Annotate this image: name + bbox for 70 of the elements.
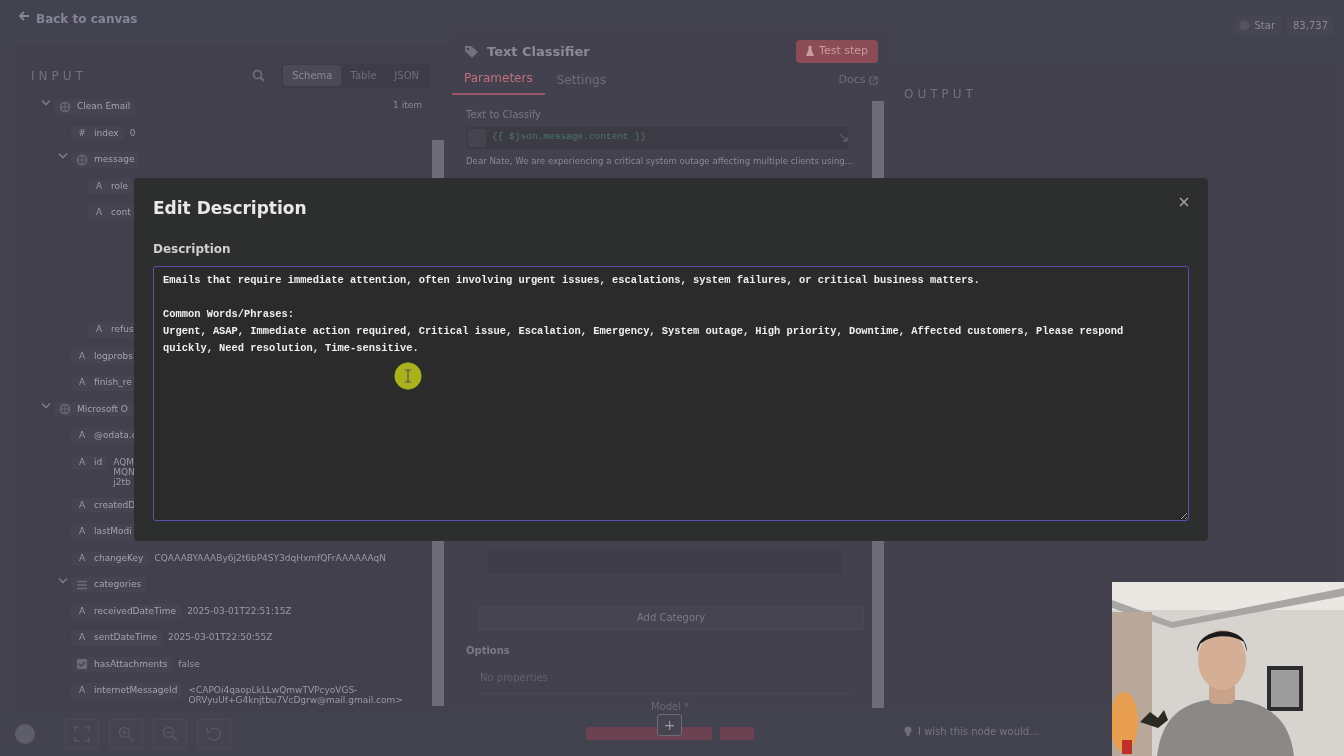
type-mark: A xyxy=(77,631,87,644)
key-text: role xyxy=(111,179,129,193)
key-text: finish_re xyxy=(94,376,132,389)
type-mark: A xyxy=(77,604,87,618)
field-value: 2025-03-01T22:51:15Z xyxy=(187,604,292,616)
field-label: Description xyxy=(153,241,232,259)
key-text: changeKey xyxy=(94,551,144,565)
type-mark: A xyxy=(94,206,104,219)
view-tab[interactable]: Schema xyxy=(283,65,342,86)
key-text: index xyxy=(94,126,119,140)
description-field[interactable]: Emails that require immediate attention, often involving urgent issues, escalations, system failures, or critical business matters. Common Words/Phrases: Urgent, ASAP, Immediate action required, Critical issue, Escalation, Emergency, System outage, High priority, Downtime, Affected customers, Please respond quickly, Need resolution, Time-sensitive. xyxy=(153,266,1189,521)
object-type-icon xyxy=(59,100,71,113)
key-text: receivedDateTime xyxy=(94,604,177,618)
action-bar xyxy=(720,726,754,740)
key-text: logprobs xyxy=(94,349,133,363)
type-mark: A xyxy=(77,498,87,512)
expression-preview: Dear Nate, We are experiencing a critical system outage affecting multiple clients using... xyxy=(466,154,854,168)
arrow-left-icon xyxy=(18,10,30,22)
type-mark: A xyxy=(77,376,87,389)
cursor-highlight-icon xyxy=(394,362,422,390)
test-step-button[interactable]: Test step xyxy=(796,40,878,63)
key-text: Microsoft O xyxy=(77,402,128,416)
list-type-icon xyxy=(76,578,88,591)
key-text: internetMessageId xyxy=(94,684,178,697)
section-label: Options xyxy=(466,643,511,658)
field-value: false xyxy=(178,657,200,669)
lightbulb-icon xyxy=(904,725,912,737)
chevron-icon[interactable] xyxy=(40,401,51,410)
expand-icon[interactable] xyxy=(839,133,848,142)
chevron-icon[interactable] xyxy=(57,152,68,160)
object-type-icon xyxy=(76,153,88,166)
type-mark: A xyxy=(77,349,87,363)
type-mark: A xyxy=(94,179,104,193)
key-text: hasAttachments xyxy=(94,657,168,671)
key-text: categories xyxy=(94,578,142,591)
close-icon[interactable] xyxy=(1179,197,1189,207)
type-mark: # xyxy=(77,126,87,140)
type-mark: A xyxy=(77,551,87,565)
node-tab[interactable]: Parameters xyxy=(452,68,545,95)
dialog-title: Edit Description xyxy=(153,198,307,219)
key-text: createdD xyxy=(94,498,136,512)
field-value: 0 xyxy=(129,126,136,138)
field-value: AQM MQN j2tb xyxy=(113,455,135,487)
key-text: cont xyxy=(111,206,131,219)
flask-icon xyxy=(806,46,815,57)
object-type-icon xyxy=(59,403,71,416)
key-text: Clean Email xyxy=(77,100,131,113)
type-mark: A xyxy=(77,429,87,442)
key-text: id xyxy=(94,455,103,469)
key-text: sentDateTime xyxy=(94,631,157,644)
type-mark: A xyxy=(77,684,87,697)
external-link-icon xyxy=(869,75,878,85)
chevron-icon[interactable] xyxy=(57,577,68,585)
field-value: <CAPOi4qaopLkLLwQmwTVPcyoVGS- ORVyuUf+G4knjtbu7VcDgrw@mail.gmail.com> xyxy=(188,684,403,705)
search-icon[interactable] xyxy=(252,69,266,82)
expression-field[interactable]: {{ $json.message.content }} xyxy=(466,126,848,149)
key-text: refus xyxy=(111,323,134,336)
type-mark: A xyxy=(77,525,87,538)
field-value: CQAAABYAAABy6j2t6bP4SY3dqHxmfQFrAAAAAAqN xyxy=(154,551,386,563)
node-title: Text Classifier xyxy=(487,42,590,61)
chevron-icon[interactable] xyxy=(40,99,51,107)
field-value: 2025-03-01T22:50:55Z xyxy=(168,631,273,642)
tag-icon xyxy=(464,44,479,58)
key-text: lastModi xyxy=(94,525,132,538)
type-mark: A xyxy=(77,455,87,469)
item-count: 1 item xyxy=(393,99,422,112)
back-link[interactable]: Back to canvas xyxy=(0,0,450,45)
type-mark: A xyxy=(94,323,104,336)
add-button[interactable]: + xyxy=(657,714,682,736)
key-text: message xyxy=(94,153,135,166)
